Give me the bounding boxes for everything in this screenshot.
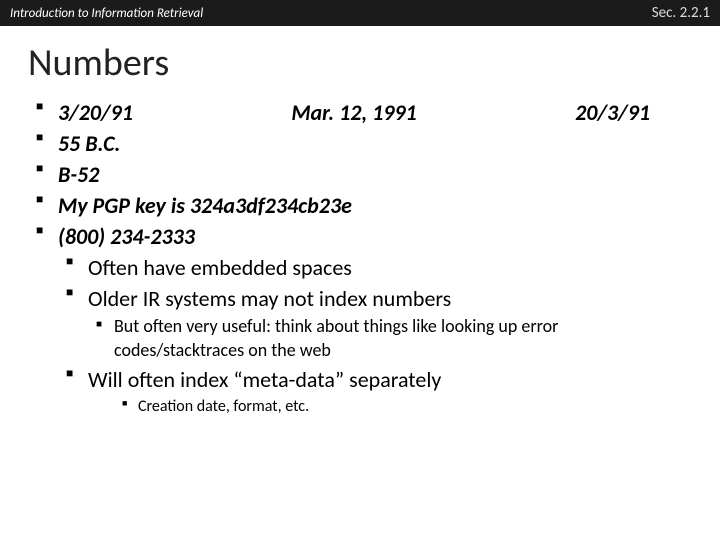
slide-body: 3/20/91 Mar. 12, 1991 20/3/91 55 B.C. B-… xyxy=(0,94,720,419)
date-intl: 20/3/91 xyxy=(575,98,650,127)
list-item: But often very useful: think about thing… xyxy=(96,315,690,363)
slide-title: Numbers xyxy=(0,26,720,94)
sub-sub-sub-list: Creation date, format, etc. xyxy=(122,396,690,417)
list-item: 55 B.C. xyxy=(36,129,690,158)
header-bar: Introduction to Information Retrieval Se… xyxy=(0,0,720,26)
list-item: Will often index meta-data separately xyxy=(66,365,690,394)
text-pre: Will often index xyxy=(88,366,233,393)
bullet-list: 3/20/91 Mar. 12, 1991 20/3/91 55 B.C. B-… xyxy=(36,98,690,251)
list-item: Older IR systems may not index numbers xyxy=(66,284,690,313)
date-long: Mar. 12, 1991 xyxy=(291,98,416,127)
list-item: B-52 xyxy=(36,160,690,189)
date-row: 3/20/91 Mar. 12, 1991 20/3/91 xyxy=(58,98,690,127)
sub-sub-list: But often very useful: think about thing… xyxy=(96,315,690,363)
list-item: Creation date, format, etc. xyxy=(122,396,690,417)
sub-list: Often have embedded spaces Older IR syst… xyxy=(66,253,690,313)
header-section: Sec. 2.2.1 xyxy=(652,4,710,22)
list-item: 3/20/91 Mar. 12, 1991 20/3/91 xyxy=(36,98,690,127)
slide: Introduction to Information Retrieval Se… xyxy=(0,0,720,540)
sub-list-2: Will often index meta-data separately xyxy=(66,365,690,394)
text-quoted: meta-data xyxy=(233,366,344,393)
text-post: separately xyxy=(344,366,441,393)
date-us: 3/20/91 xyxy=(58,98,133,127)
header-left: Introduction to Information Retrieval xyxy=(10,6,203,21)
list-item: (800) 234-2333 xyxy=(36,222,690,251)
list-item: My PGP key is 324a3df234cb23e xyxy=(36,191,690,220)
list-item: Often have embedded spaces xyxy=(66,253,690,282)
